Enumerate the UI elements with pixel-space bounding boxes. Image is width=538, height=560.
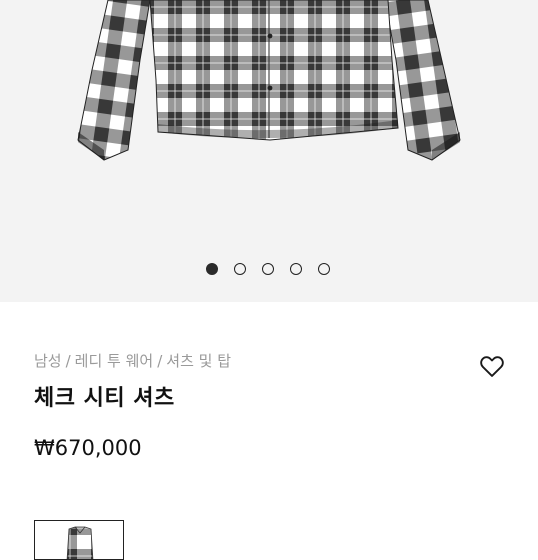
carousel-dot[interactable] [262,263,274,275]
product-price: ₩670,000 [34,436,142,460]
carousel-pagination [0,263,538,277]
product-thumbnail[interactable] [34,520,124,560]
product-title: 체크 시티 셔츠 [34,386,175,411]
product-image [77,0,461,161]
breadcrumb-item-ready-to-wear[interactable]: 레디 투 웨어 [75,352,154,370]
heart-outline-icon [480,356,504,377]
carousel-dot[interactable] [318,263,330,275]
breadcrumb-item-shirts-and-tops[interactable]: 셔츠 및 탑 [166,352,231,370]
breadcrumb-item-men[interactable]: 남성 [34,352,62,370]
shirt-thumbnail [66,526,94,559]
carousel-dot[interactable] [206,263,218,275]
wishlist-button[interactable] [478,352,506,380]
breadcrumb-separator: / [65,352,71,370]
product-image-gallery[interactable] [0,0,538,302]
carousel-dot[interactable] [290,263,302,275]
carousel-dot[interactable] [234,263,246,275]
breadcrumb-separator: / [157,352,163,370]
breadcrumb: 남성 / 레디 투 웨어 / 셔츠 및 탑 [34,350,231,371]
